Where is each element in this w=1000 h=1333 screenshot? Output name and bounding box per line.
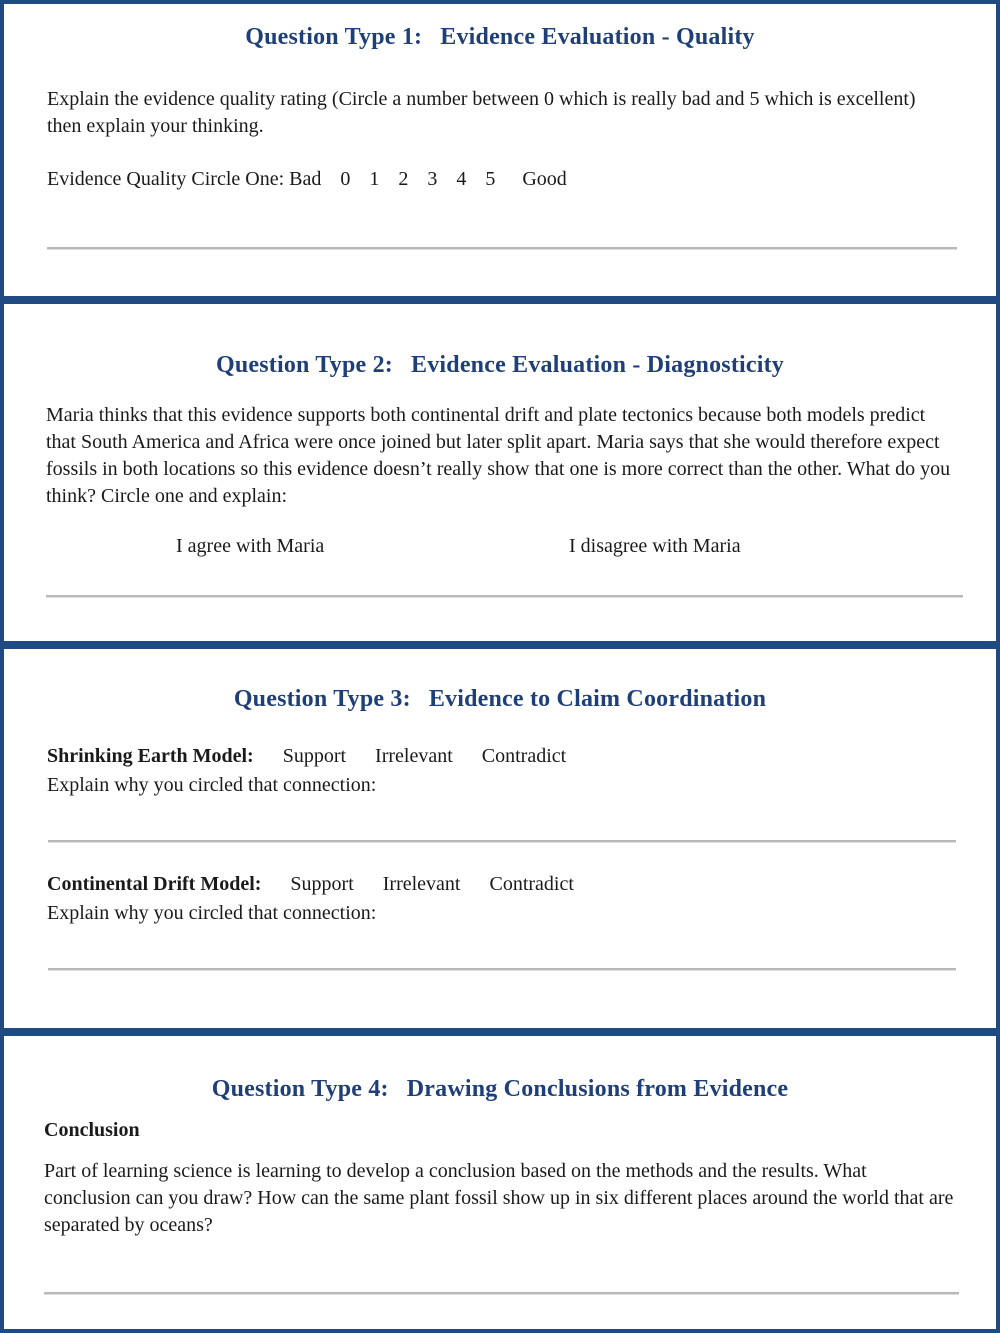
disagree-choice[interactable]: I disagree with Maria xyxy=(569,535,741,558)
question-type-1-section: Question Type 1: Evidence Evaluation - Qu… xyxy=(4,4,996,296)
scale-end-label: Good xyxy=(522,168,567,190)
contradict-option[interactable]: Contradict xyxy=(482,745,566,767)
rating-option-4[interactable]: 4 xyxy=(456,166,466,193)
answer-line[interactable] xyxy=(47,247,957,250)
heading-title: Evidence Evaluation - Diagnosticity xyxy=(411,352,785,378)
section-heading: Question Type 1: Evidence Evaluation - Qu… xyxy=(4,24,996,51)
answer-line[interactable] xyxy=(48,840,956,843)
answer-line[interactable] xyxy=(48,968,956,971)
rating-option-3[interactable]: 3 xyxy=(427,166,437,193)
support-option[interactable]: Support xyxy=(283,745,346,767)
prompt-text: Maria thinks that this evidence supports… xyxy=(46,404,951,507)
rating-option-2[interactable]: 2 xyxy=(398,166,408,193)
rating-option-1[interactable]: 1 xyxy=(369,166,379,193)
question-type-4-section: Question Type 4: Drawing Conclusions from… xyxy=(4,1036,996,1329)
irrelevant-option[interactable]: Irrelevant xyxy=(375,745,453,767)
continental-drift-model-row: Continental Drift Model: Support Irrelev… xyxy=(47,873,574,896)
model-label: Continental Drift Model: xyxy=(47,873,262,895)
quality-rating-scale: Evidence Quality Circle One: Bad 0 1 2 3… xyxy=(47,166,567,193)
heading-number: Question Type 1: xyxy=(245,24,423,50)
prompt-text: Part of learning science is learning to … xyxy=(44,1160,954,1236)
rating-option-5[interactable]: 5 xyxy=(485,166,495,193)
scale-label: Evidence Quality Circle One: Bad xyxy=(47,168,322,190)
answer-line[interactable] xyxy=(44,1292,959,1295)
heading-number: Question Type 2: xyxy=(215,352,393,378)
section-heading: Question Type 3: Evidence to Claim Coordi… xyxy=(4,686,996,713)
explain-prompt: Explain why you circled that connection: xyxy=(47,902,377,924)
question-type-3-section: Question Type 3: Evidence to Claim Coordi… xyxy=(4,649,996,1028)
shrinking-earth-model-row: Shrinking Earth Model: Support Irrelevan… xyxy=(47,745,566,768)
explain-prompt: Explain why you circled that connection: xyxy=(47,774,377,796)
contradict-option[interactable]: Contradict xyxy=(490,873,574,895)
heading-title: Drawing Conclusions from Evidence xyxy=(406,1076,789,1102)
heading-number: Question Type 3: xyxy=(233,686,411,712)
section-heading: Question Type 2: Evidence Evaluation - Di… xyxy=(4,352,996,379)
conclusion-label: Conclusion xyxy=(44,1119,140,1141)
support-option[interactable]: Support xyxy=(290,873,353,895)
rating-option-0[interactable]: 0 xyxy=(340,166,350,193)
instructions-text: Explain the evidence quality rating (Cir… xyxy=(47,88,916,137)
heading-title: Evidence Evaluation - Quality xyxy=(440,24,755,50)
section-divider xyxy=(0,296,1000,304)
section-divider xyxy=(0,1028,1000,1036)
model-label: Shrinking Earth Model: xyxy=(47,745,254,767)
heading-number: Question Type 4: xyxy=(211,1076,389,1102)
section-heading: Question Type 4: Drawing Conclusions from… xyxy=(4,1076,996,1103)
answer-line[interactable] xyxy=(46,595,963,598)
section-divider xyxy=(0,641,1000,649)
question-type-2-section: Question Type 2: Evidence Evaluation - Di… xyxy=(4,304,996,641)
irrelevant-option[interactable]: Irrelevant xyxy=(383,873,461,895)
heading-title: Evidence to Claim Coordination xyxy=(428,686,767,712)
agree-choice[interactable]: I agree with Maria xyxy=(176,535,324,558)
